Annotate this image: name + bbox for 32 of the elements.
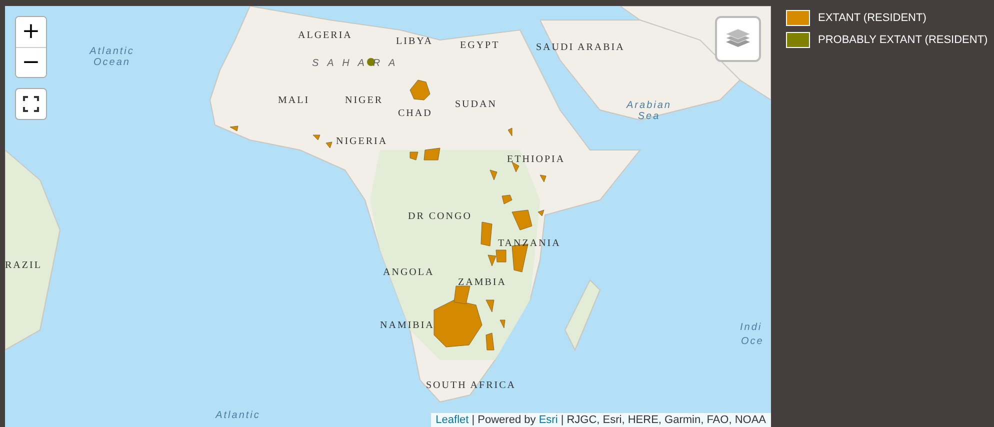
fullscreen-button[interactable] — [15, 88, 47, 120]
country-label: ALGERIA — [298, 30, 352, 41]
zoom-out-button[interactable]: − — [16, 47, 46, 77]
attribution-link[interactable]: Leaflet — [436, 414, 469, 426]
country-label: MALI — [278, 95, 310, 106]
country-label: ANGOLA — [383, 267, 434, 278]
country-label: TANZANIA — [498, 238, 561, 249]
country-label: ETHIOPIA — [507, 154, 566, 165]
water-label: Oce — [741, 336, 764, 347]
legend-label: PROBABLY EXTANT (RESIDENT) — [818, 34, 988, 46]
attribution-text: Leaflet | Powered by Esri | RJGC, Esri, HERE, Garmin, FAO, NOAA — [430, 413, 771, 427]
legend-label: EXTANT (RESIDENT) — [818, 12, 926, 24]
layers-button[interactable] — [715, 16, 761, 62]
country-label: SUDAN — [455, 99, 497, 110]
fullscreen-icon — [23, 96, 39, 112]
country-label: ZAMBIA — [458, 277, 506, 288]
water-label: Indi — [740, 322, 762, 333]
region-label: S A H A R A — [312, 58, 398, 69]
attribution-link[interactable]: Esri — [538, 414, 558, 426]
country-label: LIBYA — [396, 36, 433, 47]
water-label: Arabian Sea — [625, 100, 672, 122]
country-label: SOUTH AFRICA — [426, 380, 516, 391]
country-label: NAMIBIA — [380, 320, 434, 331]
country-label: EGYPT — [460, 40, 500, 51]
water-label: Atlantic Ocean — [88, 46, 136, 68]
country-label: NIGER — [345, 95, 384, 106]
water-label: Atlantic — [214, 410, 262, 421]
country-label: CHAD — [398, 108, 432, 119]
country-label: DR CONGO — [408, 211, 472, 222]
country-label: NIGERIA — [336, 136, 388, 147]
country-label: RAZIL — [5, 260, 42, 271]
country-label: SAUDI ARABIA — [536, 42, 625, 53]
